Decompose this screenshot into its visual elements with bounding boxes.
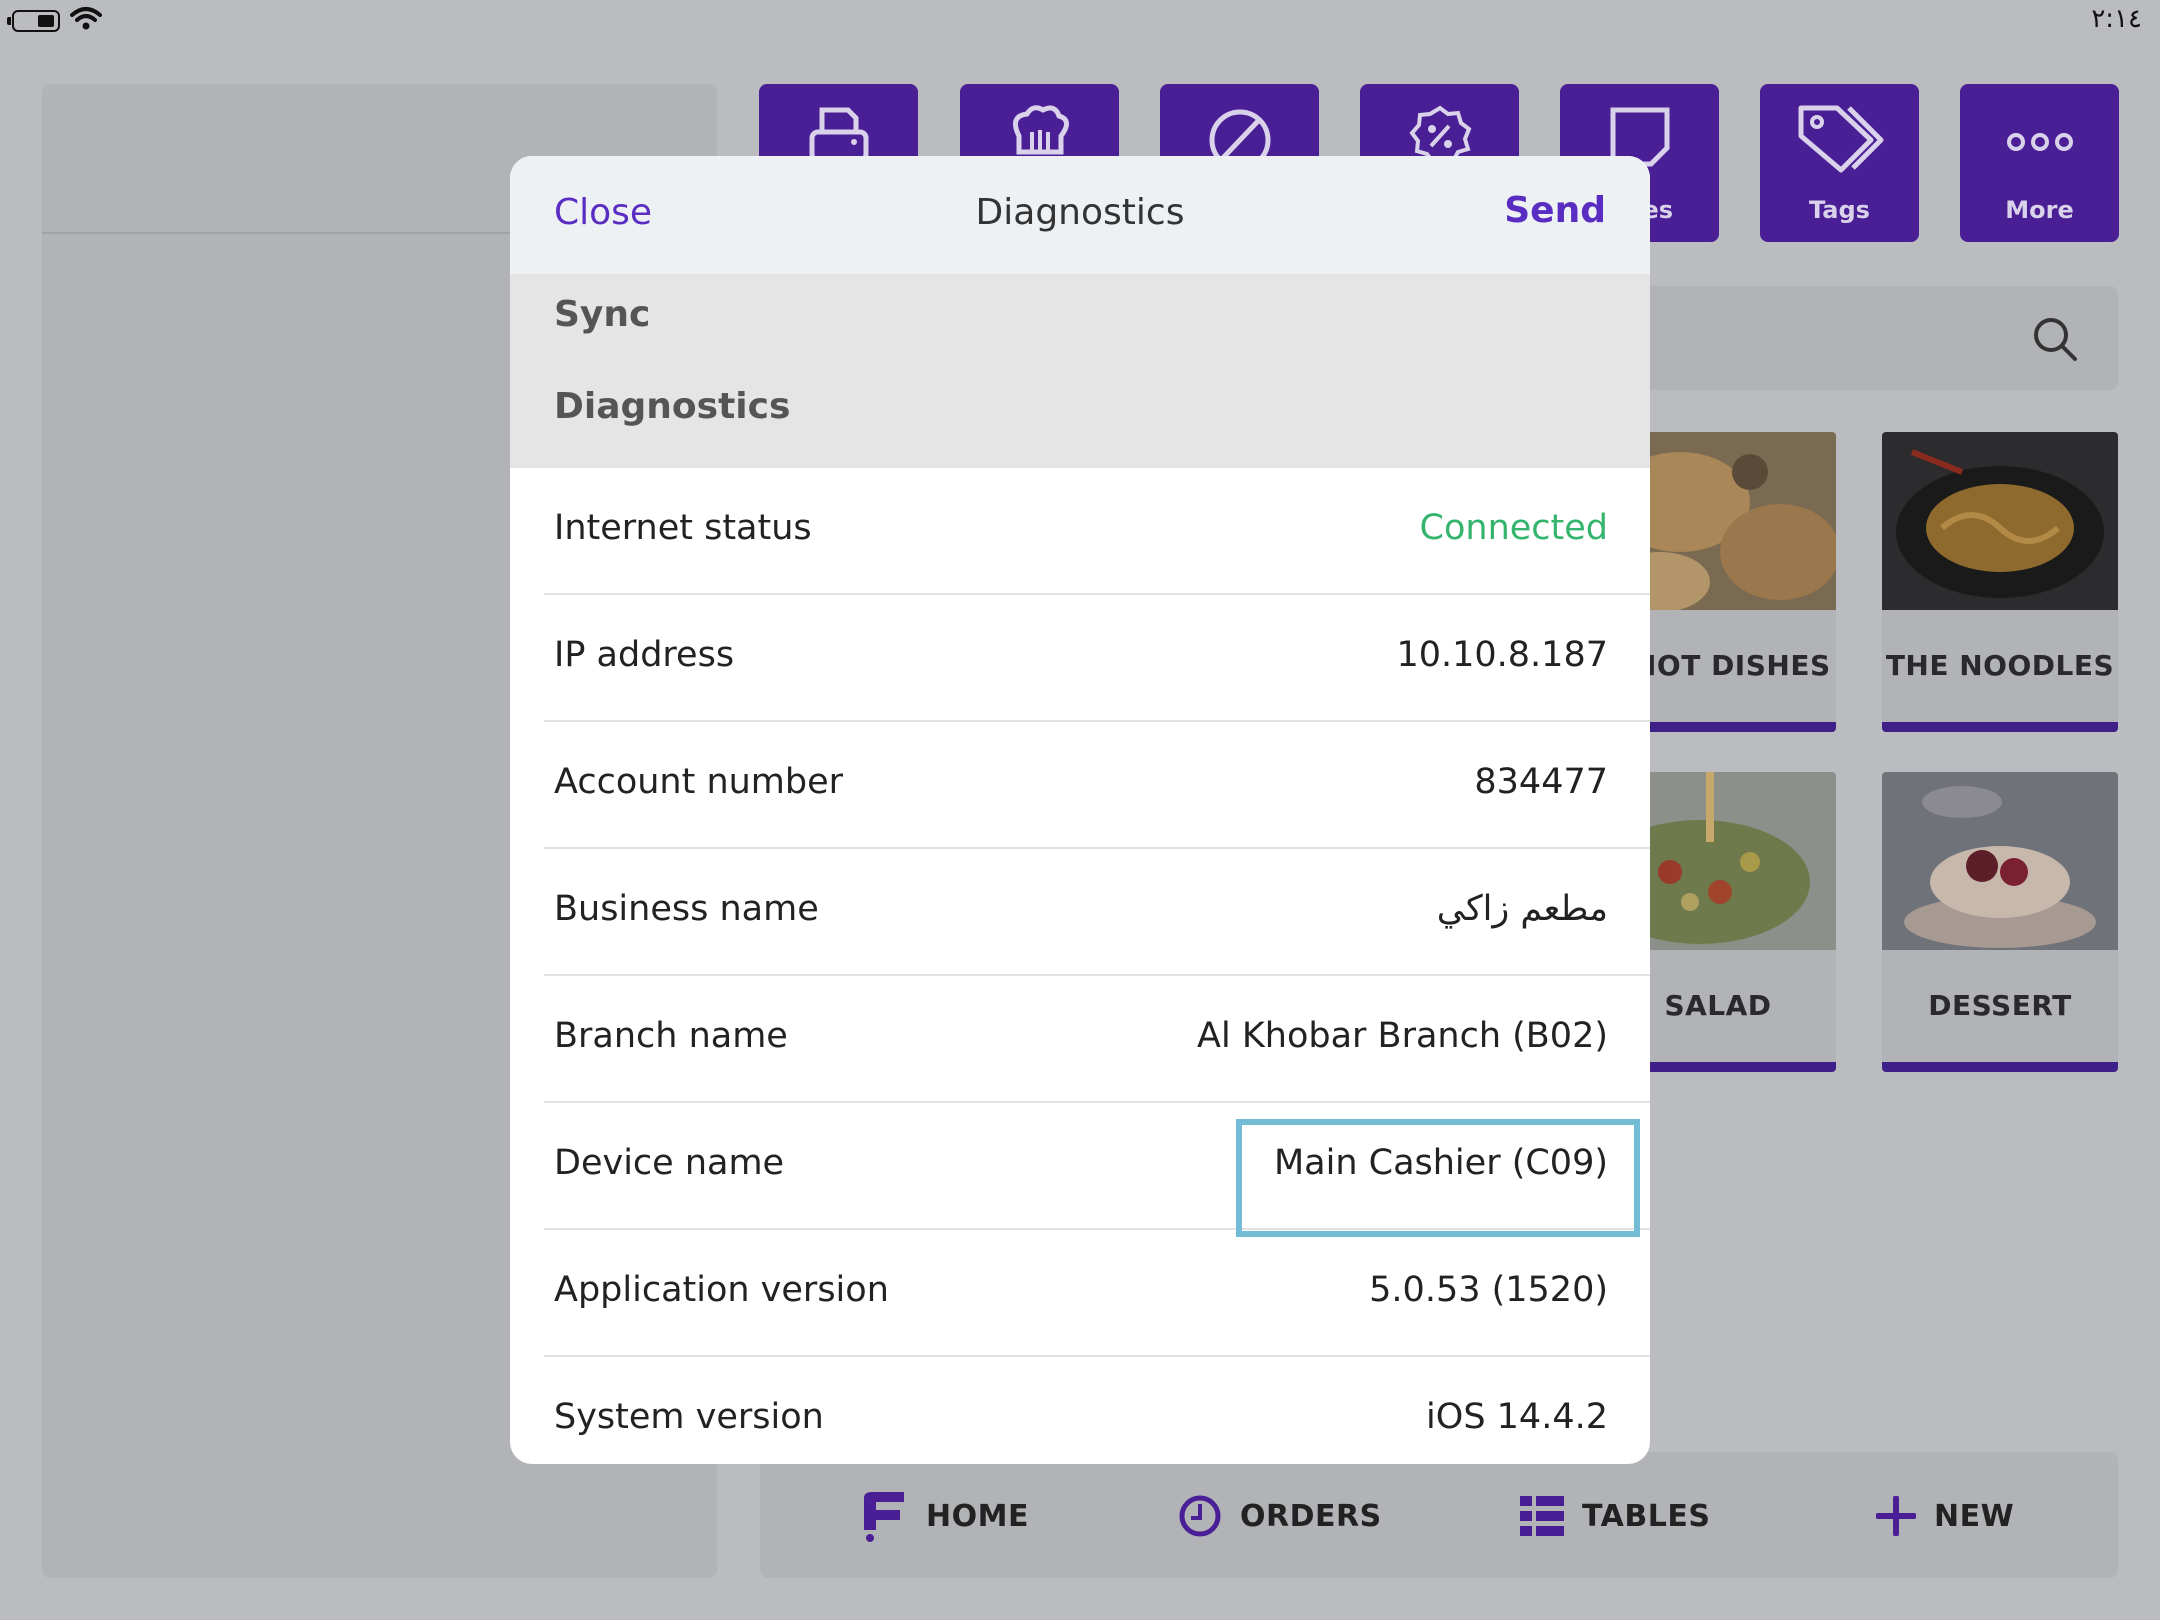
row-label: System version	[554, 1397, 824, 1437]
row-label: IP address	[554, 635, 735, 675]
row-label: Business name	[554, 889, 819, 929]
row-internet-status: Internet status Connected	[544, 468, 1650, 595]
row-label: Application version	[554, 1270, 889, 1310]
row-account-number: Account number 834477	[544, 722, 1650, 849]
row-branch-name: Branch name Al Khobar Branch (B02)	[544, 976, 1650, 1103]
row-value: 5.0.53 (1520)	[1369, 1270, 1608, 1310]
row-label: Device name	[554, 1143, 785, 1183]
category-label: DESSERT	[1928, 988, 2072, 1022]
row-business-name: Business name مطعم زاكي	[544, 849, 1650, 976]
battery-icon	[7, 10, 60, 32]
row-label: Internet status	[554, 508, 812, 548]
plus-icon	[1876, 1496, 1916, 1536]
row-value: مطعم زاكي	[1436, 889, 1608, 929]
brand-logo-icon	[864, 1492, 904, 1542]
category-card-noodles[interactable]: THE NOODLES	[1882, 432, 2118, 732]
row-label: Branch name	[554, 1016, 788, 1056]
more-icon	[2006, 133, 2073, 151]
row-device-name: Device name Main Cashier (C09)	[544, 1103, 1650, 1237]
status-bar: ٢:١٤	[0, 0, 2160, 40]
row-label: Account number	[554, 762, 844, 802]
row-ip-address: IP address 10.10.8.187	[544, 595, 1650, 722]
section-diagnostics[interactable]: Diagnostics	[554, 386, 790, 427]
nav-tables[interactable]: TABLES	[1520, 1492, 1710, 1540]
clock-icon	[1179, 1495, 1221, 1537]
nav-label: ORDERS	[1240, 1498, 1382, 1534]
row-value: Main Cashier (C09)	[1273, 1143, 1608, 1183]
status-time: ٢:١٤	[2091, 4, 2142, 34]
tool-label: Tags	[1809, 196, 1870, 224]
nav-label: NEW	[1934, 1498, 2015, 1534]
category-card-dessert[interactable]: DESSERT	[1882, 772, 2118, 1072]
tag-icon	[1798, 105, 1883, 173]
tags-button[interactable]: Tags	[1760, 84, 1919, 242]
tool-label: More	[2005, 196, 2074, 224]
row-value: Al Khobar Branch (B02)	[1197, 1016, 1608, 1056]
modal-header: Close Diagnostics Send	[510, 156, 1650, 274]
modal-title: Diagnostics	[975, 192, 1185, 233]
nav-label: HOME	[926, 1498, 1029, 1534]
send-button[interactable]: Send	[1504, 190, 1606, 231]
nav-new[interactable]: NEW	[1876, 1492, 2014, 1540]
row-application-version: Application version 5.0.53 (1520)	[544, 1230, 1650, 1357]
category-label: THE NOODLES	[1885, 648, 2115, 682]
row-system-version: System version iOS 14.4.2	[544, 1357, 1650, 1464]
category-accent-bar	[1882, 1062, 2118, 1072]
row-value: 834477	[1474, 762, 1608, 802]
noodles-photo	[1882, 432, 2118, 610]
more-button[interactable]: More	[1960, 84, 2119, 242]
bottom-nav: HOME ORDERS TABLES NEW	[760, 1452, 2118, 1578]
dessert-photo	[1882, 772, 2118, 950]
nav-orders[interactable]: ORDERS	[1178, 1492, 1382, 1540]
category-accent-bar	[1882, 722, 2118, 732]
nav-home[interactable]: HOME	[860, 1492, 1029, 1542]
nav-label: TABLES	[1582, 1498, 1711, 1534]
section-sync[interactable]: Sync	[554, 294, 650, 335]
diagnostics-modal: Close Diagnostics Send Sync Diagnostics …	[510, 156, 1650, 1464]
wifi-icon	[70, 7, 102, 30]
tables-grid-icon	[1520, 1496, 1564, 1536]
row-value: 10.10.8.187	[1396, 635, 1608, 675]
section-list: Sync Diagnostics	[510, 274, 1650, 468]
connection-status-value: Connected	[1419, 508, 1608, 548]
search-icon	[2034, 318, 2077, 361]
row-value: iOS 14.4.2	[1426, 1397, 1608, 1437]
